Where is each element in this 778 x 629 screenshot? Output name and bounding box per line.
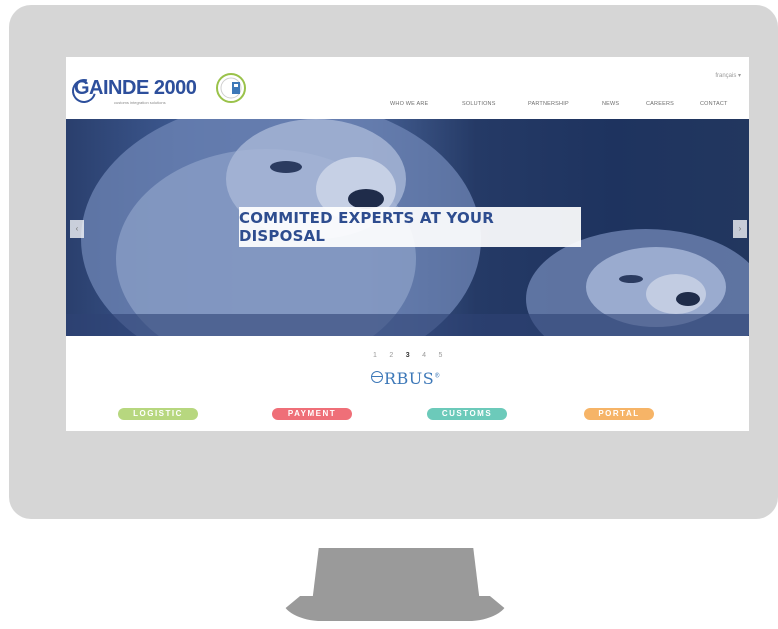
- monitor-frame: GAINDE 2000 customs integration solution…: [9, 5, 778, 519]
- globe-icon: [371, 371, 383, 383]
- slider-next-button[interactable]: ›: [733, 220, 747, 238]
- certification-emblem-icon: [216, 73, 246, 103]
- pill-customs[interactable]: CUSTOMS: [427, 408, 507, 420]
- product-category-pills: LOGISTIC PAYMENT CUSTOMS PORTAL: [66, 408, 749, 422]
- nav-who-we-are[interactable]: WHO WE ARE: [390, 101, 428, 107]
- monitor-stand-neck: [312, 548, 480, 603]
- pill-payment[interactable]: PAYMENT: [272, 408, 352, 420]
- page-3-active[interactable]: 3: [406, 352, 410, 359]
- orbus-logo[interactable]: RBUS®: [369, 367, 459, 388]
- chevron-left-icon: ‹: [75, 224, 79, 233]
- nav-news[interactable]: NEWS: [602, 101, 619, 107]
- nav-careers[interactable]: CAREERS: [646, 101, 674, 107]
- nav-partnership[interactable]: PARTNERSHIP: [528, 101, 569, 107]
- language-selector[interactable]: français ▾: [715, 72, 741, 79]
- website-screen: GAINDE 2000 customs integration solution…: [66, 57, 749, 431]
- hero-caption: COMMITED EXPERTS AT YOUR DISPOSAL: [239, 207, 581, 247]
- slider-pagination: 1 2 3 4 5: [373, 344, 450, 359]
- logo-tagline: customs integration solutions: [114, 100, 166, 105]
- nav-solutions[interactable]: SOLUTIONS: [462, 101, 496, 107]
- page-1[interactable]: 1: [373, 352, 377, 359]
- pill-logistic[interactable]: LOGISTIC: [118, 408, 198, 420]
- gainde-logo[interactable]: GAINDE 2000 customs integration solution…: [67, 74, 200, 108]
- pill-portal[interactable]: PORTAL: [584, 408, 654, 420]
- hero-slider: ‹ › COMMITED EXPERTS AT YOUR DISPOSAL: [66, 119, 749, 336]
- monitor-stand-base: [282, 596, 508, 621]
- logo-text: GAINDE 2000: [74, 77, 197, 99]
- main-nav: WHO WE ARE SOLUTIONS PARTNERSHIP NEWS CA…: [384, 101, 744, 111]
- chevron-right-icon: ›: [738, 224, 742, 233]
- site-header: GAINDE 2000 customs integration solution…: [66, 57, 749, 119]
- page-4[interactable]: 4: [422, 352, 426, 359]
- nav-contact[interactable]: CONTACT: [700, 101, 728, 107]
- page-5[interactable]: 5: [438, 352, 442, 359]
- orbus-name: RBUS: [384, 369, 435, 388]
- page-2[interactable]: 2: [389, 352, 393, 359]
- orbus-wordmark: RBUS®: [384, 369, 441, 388]
- hero-caption-text: COMMITED EXPERTS AT YOUR DISPOSAL: [239, 209, 495, 245]
- registered-mark: ®: [434, 372, 441, 380]
- slider-prev-button[interactable]: ‹: [70, 220, 84, 238]
